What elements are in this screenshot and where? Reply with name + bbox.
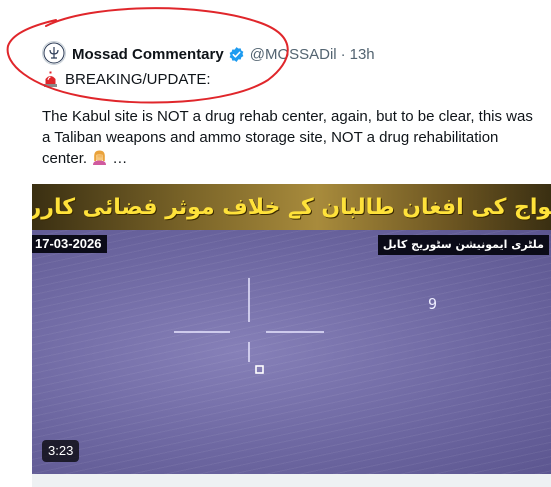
separator-dot: · bbox=[340, 45, 346, 63]
handle[interactable]: @MOSSADil bbox=[250, 46, 337, 63]
author-row: Mossad Commentary @MOSSADil · 13h bbox=[72, 44, 375, 64]
breaking-line: BREAKING/UPDATE: bbox=[42, 71, 211, 88]
action-bar-strip bbox=[32, 474, 551, 487]
tweet-text: The Kabul site is NOT a drug rehab cente… bbox=[42, 106, 537, 169]
crosshair-overlay bbox=[174, 278, 324, 374]
author-name[interactable]: Mossad Commentary bbox=[72, 46, 224, 63]
verified-badge-icon[interactable] bbox=[228, 46, 245, 63]
woman-facepalming-icon bbox=[91, 149, 108, 166]
location-caption: ملٹری ایمونیشن سٹوریج کابل bbox=[377, 235, 549, 255]
ellipsis[interactable]: … bbox=[112, 150, 127, 167]
banner-text: پاک افواج کی افغان طالبان کے خلاف موثر ف… bbox=[32, 194, 551, 220]
video-banner: پاک افواج کی افغان طالبان کے خلاف موثر ف… bbox=[32, 184, 551, 230]
tweet-card[interactable]: Mossad Commentary @MOSSADil · 13h BREAKI… bbox=[0, 0, 551, 487]
breaking-label: BREAKING/UPDATE: bbox=[65, 71, 211, 88]
timestamp[interactable]: 13h bbox=[350, 46, 375, 63]
avatar[interactable] bbox=[42, 41, 66, 65]
video-duration: 3:23 bbox=[42, 440, 80, 462]
video-player[interactable]: پاک افواج کی افغان طالبان کے خلاف موثر ف… bbox=[32, 184, 551, 474]
mossad-emblem-icon bbox=[43, 42, 65, 64]
police-siren-icon bbox=[42, 71, 59, 88]
target-number: 9 bbox=[428, 295, 438, 313]
date-stamp: 17-03-2026 bbox=[32, 235, 107, 253]
